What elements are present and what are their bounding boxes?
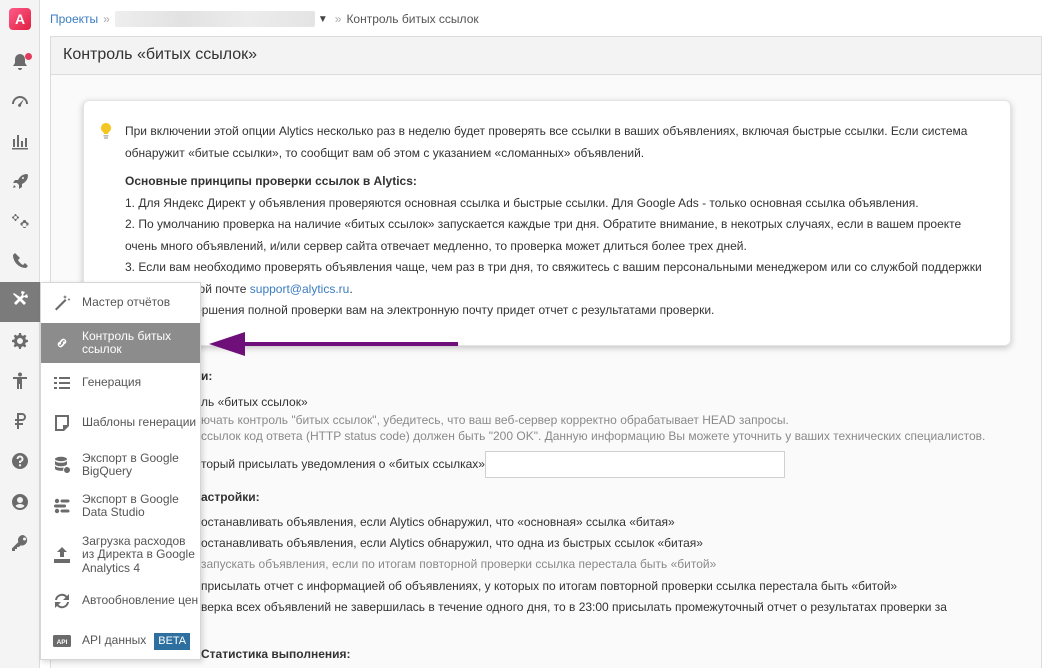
settings-button[interactable]: [0, 322, 40, 362]
project-name-redacted[interactable]: [114, 11, 315, 27]
menu-item-data-api[interactable]: API API данных BETA: [41, 623, 200, 659]
support-email-link[interactable]: support@alytics.ru: [250, 282, 350, 296]
notice-principle-1: 1. Для Яндекс Директ у объявления провер…: [125, 195, 919, 210]
option-stop-main-link[interactable]: останавливать объявления, если Alytics о…: [201, 515, 675, 529]
speedometer-icon: [10, 92, 30, 115]
warning-line-1: ючать контроль "битых ссылок", убедитесь…: [201, 413, 789, 427]
template-icon: [52, 413, 72, 433]
reports-button[interactable]: [0, 122, 40, 162]
enable-check-label[interactable]: ль «битых ссылок»: [201, 395, 308, 409]
stats-heading: Статистика выполнения:: [201, 647, 351, 661]
automation-button[interactable]: [0, 202, 40, 242]
breadcrumb-separator: »: [334, 12, 342, 26]
warning-line-2: ссылок код ответа (HTTP status code) дол…: [201, 429, 986, 443]
notice-principle-3a: 3. Если вам необходимо проверять объявле…: [125, 260, 982, 274]
svg-text:API: API: [57, 639, 68, 646]
breadcrumb-separator: »: [103, 12, 110, 26]
page-title: Контроль «битых ссылок»: [51, 37, 1041, 75]
datastudio-icon: [52, 496, 72, 516]
beta-badge: BETA: [154, 632, 191, 650]
chevron-down-icon[interactable]: ▼: [318, 14, 328, 25]
notice-principle-4: 4. После завершения полной проверки вам …: [125, 303, 715, 317]
option-stop-quick-link[interactable]: останавливать объявления, если Alytics о…: [201, 536, 703, 550]
notice-intro-line-1: При включении этой опции Alytics несколь…: [125, 124, 968, 138]
menu-item-direct-to-ga4[interactable]: Загрузка расходов из Директа в Google An…: [41, 527, 200, 583]
magic-wand-icon: [52, 293, 72, 313]
menu-item-broken-links[interactable]: Контроль битых ссылок: [41, 323, 200, 363]
refresh-icon: [52, 591, 72, 611]
accessibility-button[interactable]: [0, 362, 40, 402]
launch-button[interactable]: [0, 162, 40, 202]
lightbulb-icon: [101, 123, 111, 139]
menu-item-report-wizard[interactable]: Мастер отчётов: [41, 283, 200, 323]
option-interim-report[interactable]: верка всех объявлений не завершилась в т…: [201, 600, 947, 614]
gear-icon: [10, 331, 30, 354]
menu-item-auto-price-update[interactable]: Автообновление цен: [41, 583, 200, 619]
help-button[interactable]: [0, 442, 40, 482]
settings-heading: и:: [201, 369, 213, 383]
icon-rail: A: [0, 0, 41, 668]
annotation-arrow-icon: [209, 332, 458, 356]
bar-chart-icon: [10, 131, 30, 154]
link-icon: [52, 333, 72, 353]
menu-item-generation[interactable]: Генерация: [41, 365, 200, 401]
dashboard-button[interactable]: [0, 83, 40, 123]
profile-button[interactable]: [0, 483, 40, 523]
user-circle-icon: [10, 492, 30, 515]
notice-intro-line-2: обнаружит «битые ссылки», то сообщит вам…: [125, 145, 645, 160]
option-send-report[interactable]: присылать отчет с информацией об объявле…: [201, 579, 897, 593]
menu-item-export-datastudio[interactable]: Экспорт в Google Data Studio: [41, 486, 200, 526]
breadcrumb: Проекты » ▼ » Контроль битых ссылок: [50, 10, 479, 28]
extra-settings-heading: астройки:: [201, 490, 260, 504]
calls-button[interactable]: [0, 242, 40, 282]
info-notice: При включении этой опции Alytics несколь…: [83, 100, 1011, 346]
tools-icon: [11, 290, 31, 314]
option-restart-ads[interactable]: запускать объявления, если по итогам пов…: [201, 557, 716, 571]
key-icon: [10, 533, 30, 556]
email-field-label: торый присылать уведомления о «битых ссы…: [201, 457, 489, 471]
ruble-icon: [10, 411, 30, 434]
access-keys-button[interactable]: [0, 524, 40, 564]
notice-principle-3b: по электронной почте support@alytics.ru.: [125, 281, 353, 296]
tools-dropdown-menu: Мастер отчётов Контроль битых ссылок Ген…: [40, 282, 201, 660]
list-icon: [52, 373, 72, 393]
menu-item-generation-templates[interactable]: Шаблоны генерации: [41, 403, 200, 443]
notification-email-input[interactable]: [485, 451, 785, 478]
notice-principle-2a: 2. По умолчанию проверка на наличие «бит…: [125, 217, 962, 231]
billing-button[interactable]: [0, 402, 40, 442]
notice-principle-2b: очень много объявлений, и/или сервер сай…: [125, 238, 747, 253]
breadcrumb-projects[interactable]: Проекты: [50, 12, 98, 26]
person-icon: [10, 371, 30, 394]
menu-item-export-bigquery[interactable]: Экспорт в Google BigQuery: [41, 445, 200, 485]
gears-icon: [10, 211, 30, 234]
tools-button[interactable]: [0, 282, 41, 322]
notifications-button[interactable]: [0, 43, 40, 83]
notification-dot: [25, 53, 32, 60]
notice-principles-title: Основные принципы проверки ссылок в Alyt…: [125, 174, 417, 188]
bigquery-icon: [52, 455, 72, 475]
app-logo[interactable]: A: [9, 8, 31, 30]
rocket-icon: [10, 171, 30, 194]
question-icon: [10, 451, 30, 474]
api-icon: API: [52, 631, 72, 651]
upload-icon: [52, 545, 72, 565]
breadcrumb-current: Контроль битых ссылок: [346, 12, 479, 26]
phone-icon: [10, 251, 30, 274]
